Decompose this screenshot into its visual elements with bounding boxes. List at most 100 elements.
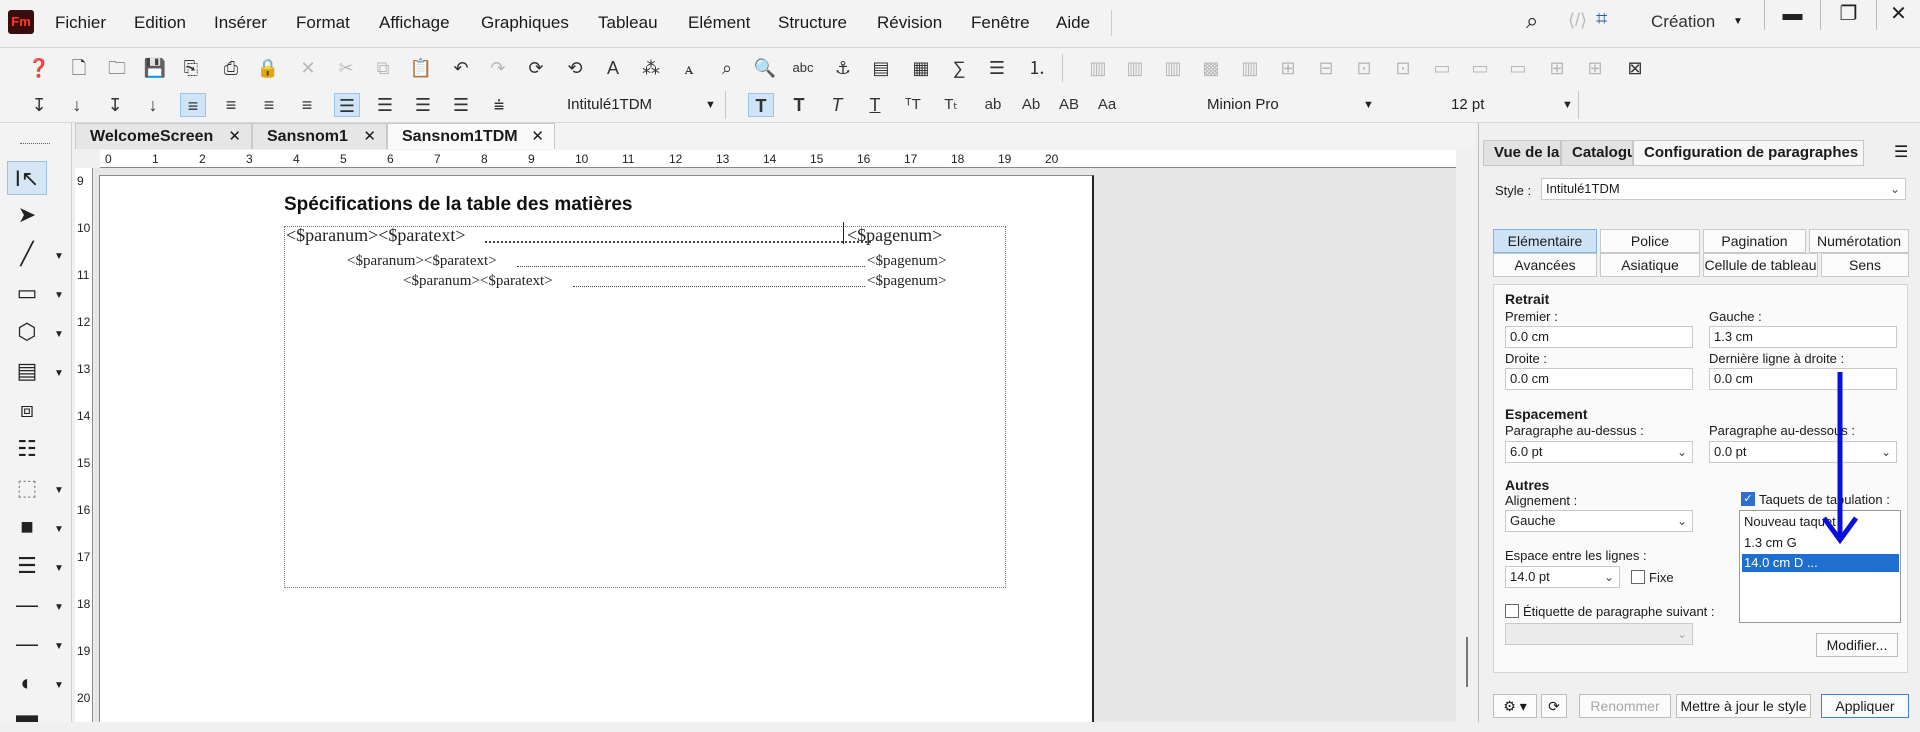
paste-icon[interactable]: 📋 bbox=[408, 56, 434, 80]
find-icon[interactable]: ⌕ bbox=[714, 56, 740, 80]
save-icon[interactable]: 💾 bbox=[142, 56, 168, 80]
chevron-down-icon[interactable]: ▼ bbox=[54, 680, 64, 691]
delete-icon[interactable]: ✕ bbox=[295, 56, 321, 80]
chevron-down-icon[interactable]: ▼ bbox=[54, 329, 64, 340]
polygon-tool-icon[interactable]: ⬡ bbox=[7, 315, 47, 349]
menu-format[interactable]: Format bbox=[296, 13, 350, 33]
line-spacing-one-half-icon[interactable]: ☰ bbox=[372, 93, 398, 117]
text-frame[interactable]: <$paranum><$paratext> <$pagenum> <$paran… bbox=[284, 222, 1006, 588]
plain-text-icon[interactable]: T bbox=[748, 93, 774, 117]
table-row-below-icon[interactable]: ▥ bbox=[1122, 56, 1148, 80]
save-as-icon[interactable]: ⎘ bbox=[178, 56, 204, 80]
line-spacing-custom-icon[interactable]: ☰ bbox=[448, 93, 474, 117]
toc-line-level3-left[interactable]: <$paranum><$paratext> bbox=[403, 273, 553, 290]
table-designer-icon[interactable]: ⊠ bbox=[1622, 56, 1648, 80]
gauche-field[interactable]: 1.3 cm bbox=[1709, 326, 1897, 348]
workspace-switcher[interactable]: Création bbox=[1651, 12, 1715, 32]
next-paragraph-checkbox[interactable] bbox=[1505, 604, 1519, 618]
close-button[interactable]: ✕ bbox=[1876, 0, 1920, 30]
capitalize-button[interactable]: Ab bbox=[1018, 93, 1044, 117]
toc-line-level1-right[interactable]: <$pagenum> bbox=[847, 225, 942, 246]
menu-graphiques[interactable]: Graphiques bbox=[481, 13, 569, 33]
brackets-icon[interactable]: ⟨/⟩ bbox=[1568, 10, 1587, 31]
smart-select-tool-icon[interactable]: I↖ bbox=[7, 161, 47, 195]
chevron-down-icon[interactable]: ▼ bbox=[705, 93, 716, 117]
text-frame-icon[interactable]: ▤ bbox=[868, 56, 894, 80]
space-below-select[interactable]: 0.0 pt ⌄ bbox=[1709, 441, 1897, 463]
document-canvas[interactable]: Spécifications de la table des matières … bbox=[94, 168, 1456, 722]
align-right-icon[interactable]: ≡ bbox=[256, 93, 282, 117]
chevron-down-icon[interactable]: ▼ bbox=[54, 251, 64, 262]
menu-revision[interactable]: Révision bbox=[877, 13, 942, 33]
alignement-select[interactable]: Gauche ⌄ bbox=[1505, 510, 1693, 532]
chevron-down-icon[interactable]: ▼ bbox=[54, 563, 64, 574]
font-family-select[interactable]: Minion Pro bbox=[1207, 93, 1279, 117]
space-above-select[interactable]: 6.0 pt ⌄ bbox=[1505, 441, 1693, 463]
font-style-icon[interactable]: A bbox=[600, 56, 626, 80]
toc-line-level2-right[interactable]: <$pagenum> bbox=[867, 253, 946, 270]
settings-gear-button[interactable]: ⚙ ▾ bbox=[1493, 694, 1537, 718]
table-straddle-icon[interactable]: ⊡ bbox=[1351, 56, 1377, 80]
tab-stop-item-selected[interactable]: 14.0 cm D ... bbox=[1742, 554, 1899, 572]
new-document-icon[interactable]: 🗋 bbox=[66, 56, 92, 80]
toc-spec-title[interactable]: Spécifications de la table des matières bbox=[284, 194, 632, 216]
tab-sansnom1[interactable]: Sansnom1 ✕ bbox=[252, 123, 387, 149]
text-frame-tool-icon[interactable]: ▤ bbox=[7, 354, 47, 388]
crop-icon[interactable]: ⌗ bbox=[1596, 8, 1607, 31]
vertical-scrollbar[interactable] bbox=[1466, 637, 1468, 687]
paragraph-designer-icon[interactable]: ⁂ bbox=[638, 56, 664, 80]
chevron-down-icon[interactable]: ▼ bbox=[54, 485, 64, 496]
menu-aide[interactable]: Aide bbox=[1056, 13, 1090, 33]
vertical-ruler[interactable]: 9 10 11 12 13 14 15 16 17 18 19 20 bbox=[75, 168, 93, 722]
modify-button[interactable]: Modifier... bbox=[1816, 633, 1898, 657]
toc-line-level3-right[interactable]: <$pagenum> bbox=[867, 273, 946, 290]
print-icon[interactable]: ⎙ bbox=[218, 56, 244, 80]
premier-field[interactable]: 0.0 cm bbox=[1505, 326, 1693, 348]
redo-icon[interactable]: ↷ bbox=[485, 56, 511, 80]
menu-edition[interactable]: Edition bbox=[134, 13, 186, 33]
overprint-icon[interactable]: ▬ bbox=[7, 698, 47, 732]
lock-icon[interactable]: 🔒 bbox=[255, 56, 281, 80]
tab-sansnom1tdm[interactable]: Sansnom1TDM ✕ bbox=[387, 123, 555, 149]
repeat-icon[interactable]: ⟳ bbox=[523, 56, 549, 80]
table-heading-icon[interactable]: ▭ bbox=[1429, 56, 1455, 80]
underline-icon[interactable]: T bbox=[862, 93, 888, 117]
uppercase-button[interactable]: AB bbox=[1056, 93, 1082, 117]
next-paragraph-select[interactable]: ⌄ bbox=[1505, 623, 1693, 645]
chevron-down-icon[interactable]: ▼ bbox=[54, 290, 64, 301]
select-object-tool-icon[interactable]: ➤ bbox=[7, 198, 47, 232]
derniere-ligne-field[interactable]: 0.0 cm bbox=[1709, 368, 1897, 390]
align-center-icon[interactable]: ≡ bbox=[218, 93, 244, 117]
tab-left-icon[interactable]: ↧ bbox=[26, 93, 52, 117]
rectangle-tool-icon[interactable]: ▭ bbox=[7, 276, 47, 310]
zoom-icon[interactable]: 🔍 bbox=[752, 56, 778, 80]
chevron-down-icon[interactable]: ▼ bbox=[54, 641, 64, 652]
tab-right-icon[interactable]: ↧ bbox=[102, 93, 128, 117]
format-painter-tool-icon[interactable]: ☷ bbox=[7, 432, 47, 466]
style-select[interactable]: Intitulé1TDM ⌄ bbox=[1541, 178, 1906, 200]
character-designer-icon[interactable]: ꭺ bbox=[676, 56, 702, 80]
toc-line-level1-left[interactable]: <$paranum><$paratext> bbox=[286, 225, 466, 246]
numbered-list-icon[interactable]: ⒈ bbox=[1024, 56, 1050, 80]
selection-dotted-tool-icon[interactable]: ⬚ bbox=[7, 471, 47, 505]
space-below-icon[interactable]: ⩧ bbox=[486, 93, 512, 117]
horizontal-ruler[interactable]: 0 1 2 3 4 5 6 7 8 9 10 11 12 13 14 15 16 17 18 19 20 bbox=[100, 150, 1456, 168]
dash-pattern-icon[interactable]: — bbox=[7, 627, 47, 661]
minimize-button[interactable]: ▬ bbox=[1764, 0, 1820, 30]
align-justify-icon[interactable]: ≡ bbox=[294, 93, 320, 117]
table-format-icon[interactable]: ⊞ bbox=[1582, 56, 1608, 80]
small-caps-button[interactable]: Aa bbox=[1094, 93, 1120, 117]
chevron-down-icon[interactable]: ▼ bbox=[1733, 16, 1743, 27]
tab-center-icon[interactable]: ↓ bbox=[64, 93, 90, 117]
menu-fenetre[interactable]: Fenêtre bbox=[971, 13, 1030, 33]
tab-welcomescreen[interactable]: WelcomeScreen ✕ bbox=[75, 123, 252, 149]
category-police[interactable]: Police bbox=[1600, 229, 1700, 253]
chevron-down-icon[interactable]: ▼ bbox=[54, 602, 64, 613]
category-asiatique[interactable]: Asiatique bbox=[1600, 253, 1700, 277]
menu-affichage[interactable]: Affichage bbox=[379, 13, 450, 33]
italic-icon[interactable]: T bbox=[824, 93, 850, 117]
menu-fichier[interactable]: Fichier bbox=[55, 13, 106, 33]
table-footing-icon[interactable]: ▭ bbox=[1505, 56, 1531, 80]
lowercase-button[interactable]: ab bbox=[980, 93, 1006, 117]
table-col-left-icon[interactable]: ▥ bbox=[1160, 56, 1186, 80]
